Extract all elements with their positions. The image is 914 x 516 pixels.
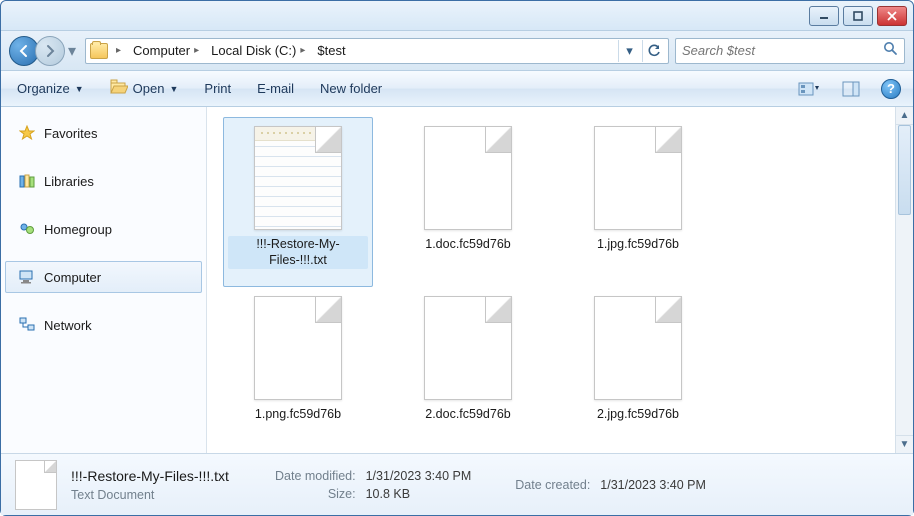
breadcrumb-computer[interactable]: Computer▸ bbox=[129, 43, 203, 58]
file-name: 1.doc.fc59d76b bbox=[422, 236, 514, 254]
email-label: E-mail bbox=[257, 81, 294, 96]
generic-file-icon bbox=[594, 296, 682, 400]
details-created-label: Date created: bbox=[515, 478, 590, 492]
refresh-button[interactable] bbox=[642, 40, 664, 62]
file-item[interactable]: !!!-Restore-My-Files-!!!.txt bbox=[223, 117, 373, 287]
details-size-value: 10.8 KB bbox=[366, 487, 472, 501]
libraries-icon bbox=[18, 172, 36, 190]
breadcrumb-localdisk[interactable]: Local Disk (C:)▸ bbox=[207, 43, 309, 58]
details-name: !!!-Restore-My-Files-!!!.txt bbox=[71, 468, 261, 484]
email-button[interactable]: E-mail bbox=[253, 79, 298, 98]
titlebar bbox=[1, 1, 913, 31]
sidebar-item-libraries[interactable]: Libraries bbox=[5, 165, 202, 197]
sidebar-item-label: Computer bbox=[44, 270, 101, 285]
body: Favorites Libraries Homegroup Computer N… bbox=[1, 107, 913, 453]
forward-button[interactable] bbox=[35, 36, 65, 66]
scrollbar[interactable]: ▲ ▼ bbox=[895, 107, 913, 453]
details-size-label: Size: bbox=[275, 487, 356, 501]
open-menu[interactable]: Open▼ bbox=[106, 77, 183, 100]
sidebar-item-label: Libraries bbox=[44, 174, 94, 189]
breadcrumb-label: $test bbox=[317, 43, 345, 58]
newfolder-label: New folder bbox=[320, 81, 382, 96]
file-name: 2.doc.fc59d76b bbox=[422, 406, 514, 424]
organize-label: Organize bbox=[17, 81, 70, 96]
breadcrumb-folder[interactable]: $test bbox=[313, 43, 349, 58]
history-dropdown[interactable]: ▾ bbox=[65, 41, 79, 61]
details-modified-value: 1/31/2023 3:40 PM bbox=[366, 469, 472, 483]
maximize-button[interactable] bbox=[843, 6, 873, 26]
sidebar-item-network[interactable]: Network bbox=[5, 309, 202, 341]
details-modified-label: Date modified: bbox=[275, 469, 356, 483]
details-type: Text Document bbox=[71, 488, 261, 502]
scroll-thumb[interactable] bbox=[898, 125, 911, 215]
view-menu[interactable] bbox=[797, 78, 821, 100]
help-button[interactable]: ? bbox=[881, 79, 901, 99]
breadcrumb-label: Computer bbox=[133, 43, 190, 58]
file-item[interactable]: 1.jpg.fc59d76b bbox=[563, 117, 713, 287]
file-name: 1.png.fc59d76b bbox=[252, 406, 344, 424]
navbar: ▾ ▸ Computer▸ Local Disk (C:)▸ $test ▾ bbox=[1, 31, 913, 71]
search-box[interactable] bbox=[675, 38, 905, 64]
scroll-up-button[interactable]: ▲ bbox=[896, 107, 913, 125]
breadcrumb-sep[interactable]: ▸ bbox=[112, 45, 125, 56]
details-file-icon bbox=[15, 460, 57, 510]
star-icon bbox=[18, 124, 36, 142]
breadcrumb-label: Local Disk (C:) bbox=[211, 43, 296, 58]
minimize-button[interactable] bbox=[809, 6, 839, 26]
print-label: Print bbox=[204, 81, 231, 96]
content-wrap: !!!-Restore-My-Files-!!!.txt 1.doc.fc59d… bbox=[207, 107, 913, 453]
search-icon bbox=[883, 41, 898, 61]
file-item[interactable]: 1.doc.fc59d76b bbox=[393, 117, 543, 287]
sidebar-item-homegroup[interactable]: Homegroup bbox=[5, 213, 202, 245]
sidebar-item-computer[interactable]: Computer bbox=[5, 261, 202, 293]
open-icon bbox=[110, 79, 128, 98]
file-name: !!!-Restore-My-Files-!!!.txt bbox=[228, 236, 368, 269]
file-list[interactable]: !!!-Restore-My-Files-!!!.txt 1.doc.fc59d… bbox=[207, 107, 895, 453]
organize-menu[interactable]: Organize▼ bbox=[13, 79, 88, 98]
scroll-down-button[interactable]: ▼ bbox=[896, 435, 913, 453]
homegroup-icon bbox=[18, 220, 36, 238]
details-pane: !!!-Restore-My-Files-!!!.txt Text Docume… bbox=[1, 453, 913, 515]
file-item[interactable]: 1.png.fc59d76b bbox=[223, 287, 373, 453]
folder-icon bbox=[90, 43, 108, 59]
newfolder-button[interactable]: New folder bbox=[316, 79, 386, 98]
file-item[interactable]: 2.jpg.fc59d76b bbox=[563, 287, 713, 453]
preview-pane-button[interactable] bbox=[839, 78, 863, 100]
toolbar: Organize▼ Open▼ Print E-mail New folder … bbox=[1, 71, 913, 107]
generic-file-icon bbox=[424, 296, 512, 400]
nav-buttons: ▾ bbox=[9, 36, 79, 66]
close-button[interactable] bbox=[877, 6, 907, 26]
file-name: 2.jpg.fc59d76b bbox=[594, 406, 682, 424]
file-name: 1.jpg.fc59d76b bbox=[594, 236, 682, 254]
sidebar-item-label: Network bbox=[44, 318, 92, 333]
search-input[interactable] bbox=[682, 43, 877, 58]
file-item[interactable]: 2.doc.fc59d76b bbox=[393, 287, 543, 453]
sidebar-item-label: Favorites bbox=[44, 126, 97, 141]
text-file-icon bbox=[254, 126, 342, 230]
print-button[interactable]: Print bbox=[200, 79, 235, 98]
generic-file-icon bbox=[594, 126, 682, 230]
explorer-window: ▾ ▸ Computer▸ Local Disk (C:)▸ $test ▾ O… bbox=[0, 0, 914, 516]
generic-file-icon bbox=[424, 126, 512, 230]
open-label: Open bbox=[133, 81, 165, 96]
generic-file-icon bbox=[254, 296, 342, 400]
computer-icon bbox=[18, 268, 36, 286]
network-icon bbox=[18, 316, 36, 334]
details-created-value: 1/31/2023 3:40 PM bbox=[600, 478, 706, 492]
address-bar[interactable]: ▸ Computer▸ Local Disk (C:)▸ $test ▾ bbox=[85, 38, 669, 64]
sidebar-item-favorites[interactable]: Favorites bbox=[5, 117, 202, 149]
address-dropdown[interactable]: ▾ bbox=[618, 40, 640, 62]
sidebar-item-label: Homegroup bbox=[44, 222, 112, 237]
nav-pane: Favorites Libraries Homegroup Computer N… bbox=[1, 107, 207, 453]
